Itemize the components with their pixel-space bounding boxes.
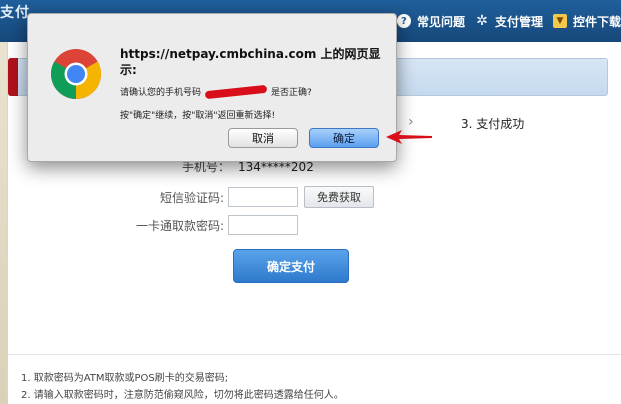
top-nav: ? 常见问题 ✲ 支付管理 ▼ 控件下载 xyxy=(387,12,621,30)
banner-red-marker xyxy=(8,58,18,96)
dialog-message-2: 按"确定"继续，按"取消"返回重新选择! xyxy=(120,111,276,121)
left-decorative-strip xyxy=(0,42,7,404)
nav-faq[interactable]: ? 常见问题 xyxy=(396,13,465,30)
phone-value: 134*****202 xyxy=(238,160,314,174)
note-1: 1. 取款密码为ATM取款或POS刷卡的交易密码; xyxy=(21,373,229,384)
nav-payment-management[interactable]: ✲ 支付管理 xyxy=(475,13,543,30)
password-input[interactable] xyxy=(228,215,298,235)
gear-icon: ✲ xyxy=(476,13,488,29)
password-label: 一卡通取款密码: xyxy=(135,218,224,233)
password-row: 一卡通取款密码: xyxy=(128,215,298,235)
get-sms-code-button[interactable]: 免费获取 xyxy=(304,186,374,208)
brand-text: 支付 xyxy=(0,5,30,21)
nav-faq-label: 常见问题 xyxy=(416,14,465,29)
nav-control-download[interactable]: ▼ 控件下载 xyxy=(552,13,621,30)
notes-section: 1. 取款密码为ATM取款或POS刷卡的交易密码; 2. 请输入取款密码时，注意… xyxy=(8,354,621,404)
dialog-message-suffix: 是否正确? xyxy=(271,88,312,98)
confirm-dialog: https://netpay.cmbchina.com 上的网页显示: 请确认您… xyxy=(27,13,397,162)
sms-code-label: 短信验证码: xyxy=(159,190,224,205)
sms-code-row: 短信验证码: 免费获取 xyxy=(128,186,374,208)
download-icon: ▼ xyxy=(552,14,567,28)
dialog-title: https://netpay.cmbchina.com 上的网页显示: xyxy=(120,47,381,77)
red-arrow-annotation xyxy=(386,130,432,144)
dialog-message-1: 请确认您的手机号码 是否正确? xyxy=(120,84,312,99)
nav-control-download-label: 控件下载 xyxy=(572,14,621,29)
dialog-cancel-button[interactable]: 取消 xyxy=(228,128,298,148)
phone-label: 手机号： xyxy=(182,160,231,174)
step-3-label: 3. 支付成功 xyxy=(461,117,525,131)
chrome-logo-icon xyxy=(51,49,101,99)
dialog-ok-button[interactable]: 确定 xyxy=(309,128,379,148)
confirm-payment-button[interactable]: 确定支付 xyxy=(233,249,349,283)
help-icon: ? xyxy=(396,14,411,28)
redaction-mark xyxy=(204,84,268,99)
dialog-message-prefix: 请确认您的手机号码 xyxy=(120,88,202,98)
step-chevron-icon: › xyxy=(408,114,414,130)
nav-payment-management-label: 支付管理 xyxy=(494,14,543,29)
sms-code-input[interactable] xyxy=(228,187,298,207)
note-2: 2. 请输入取款密码时，注意防范偷窥风险，切勿将此密码透露给任何人。 xyxy=(21,390,344,401)
